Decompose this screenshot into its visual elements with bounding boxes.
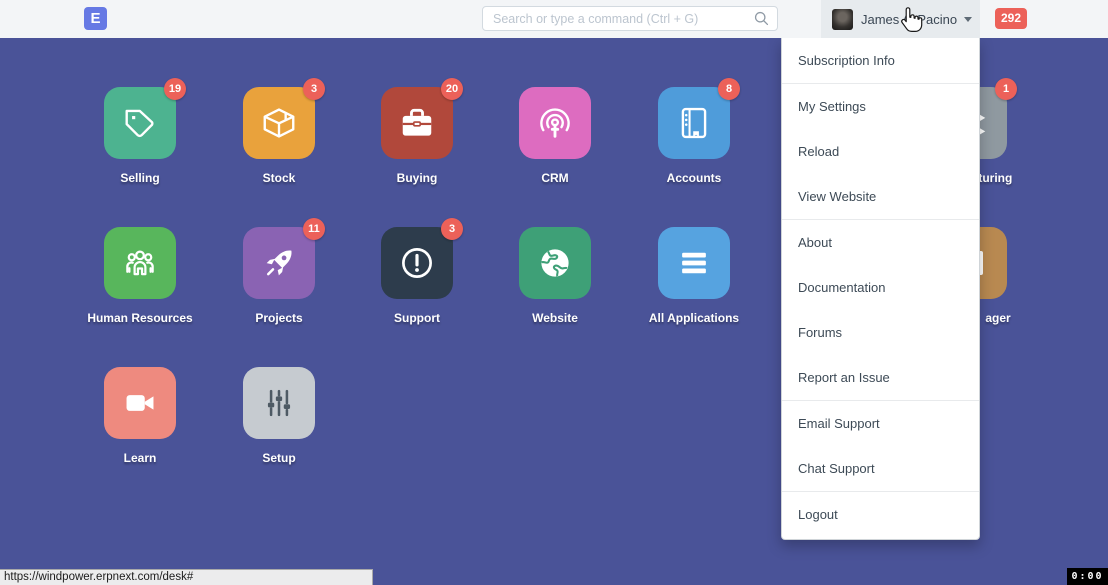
app-logo-button[interactable]: E (84, 7, 107, 30)
globe-icon (536, 244, 574, 282)
module-tile-website[interactable]: Website (486, 227, 624, 325)
broadcast-icon (536, 104, 574, 142)
module-label: Setup (262, 451, 295, 465)
menu-item-subscription-info[interactable]: Subscription Info (782, 38, 979, 83)
search-icon (753, 10, 770, 27)
notifications-count-badge[interactable]: 292 (995, 8, 1027, 29)
module-label: Learn (124, 451, 157, 465)
module-tile-human-resources[interactable]: Human Resources (71, 227, 209, 325)
module-tile-support[interactable]: 3 Support (348, 227, 486, 325)
menu-item-my-settings[interactable]: My Settings (782, 84, 979, 129)
count-badge: 20 (441, 78, 463, 100)
module-label: Selling (120, 171, 159, 185)
user-name: James Al Pacino (861, 12, 957, 27)
user-dropdown-menu: Subscription Info My Settings Reload Vie… (781, 38, 980, 540)
menu-item-forums[interactable]: Forums (782, 310, 979, 355)
menu-item-logout[interactable]: Logout (782, 492, 979, 537)
module-tile-selling[interactable]: 19 Selling (71, 87, 209, 185)
people-icon (121, 244, 159, 282)
chevron-down-icon (964, 17, 972, 22)
count-badge: 3 (303, 78, 325, 100)
module-label: Support (394, 311, 440, 325)
top-navbar: E James Al Pacino 292 (0, 0, 1108, 38)
module-tile-crm[interactable]: CRM (486, 87, 624, 185)
module-label: Stock (263, 171, 296, 185)
module-label: All Applications (649, 311, 739, 325)
menu-item-reload[interactable]: Reload (782, 129, 979, 174)
global-search (482, 6, 778, 31)
count-badge: 3 (441, 218, 463, 240)
box-icon (260, 104, 298, 142)
module-tile-setup[interactable]: Setup (210, 367, 348, 465)
module-label: Buying (397, 171, 438, 185)
count-badge: 1 (995, 78, 1017, 100)
module-label: Accounts (667, 171, 722, 185)
module-label: Human Resources (87, 311, 192, 325)
module-label: Website (532, 311, 578, 325)
menu-item-view-website[interactable]: View Website (782, 174, 979, 219)
menu-item-documentation[interactable]: Documentation (782, 265, 979, 310)
module-tile-buying[interactable]: 20 Buying (348, 87, 486, 185)
module-tile-learn[interactable]: Learn (71, 367, 209, 465)
sliders-icon (260, 384, 298, 422)
module-tile-stock[interactable]: 3 Stock (210, 87, 348, 185)
menu-item-email-support[interactable]: Email Support (782, 401, 979, 446)
video-camera-icon (121, 384, 159, 422)
module-tile-accounts[interactable]: 8 Accounts (625, 87, 763, 185)
count-badge: 8 (718, 78, 740, 100)
alert-circle-icon (398, 244, 436, 282)
desk-page: E James Al Pacino 292 19 Selling (0, 0, 1108, 585)
ledger-icon (675, 104, 713, 142)
rocket-icon (260, 244, 298, 282)
module-tile-projects[interactable]: 11 Projects (210, 227, 348, 325)
global-search-input[interactable] (482, 6, 778, 31)
browser-status-bar: https://windpower.erpnext.com/desk# (0, 569, 373, 585)
menu-item-about[interactable]: About (782, 220, 979, 265)
module-label: ager (985, 311, 1010, 325)
user-avatar (832, 9, 853, 30)
module-label: Projects (255, 311, 302, 325)
menu-item-chat-support[interactable]: Chat Support (782, 446, 979, 491)
count-badge: 11 (303, 218, 325, 240)
tag-icon (121, 104, 159, 142)
module-label: CRM (541, 171, 568, 185)
module-tile-all-applications[interactable]: All Applications (625, 227, 763, 325)
briefcase-icon (398, 104, 436, 142)
list-icon (675, 244, 713, 282)
count-badge: 19 (164, 78, 186, 100)
user-menu-toggle[interactable]: James Al Pacino (821, 0, 980, 38)
menu-item-report-an-issue[interactable]: Report an Issue (782, 355, 979, 400)
recording-timer: 0:00 (1067, 568, 1108, 585)
